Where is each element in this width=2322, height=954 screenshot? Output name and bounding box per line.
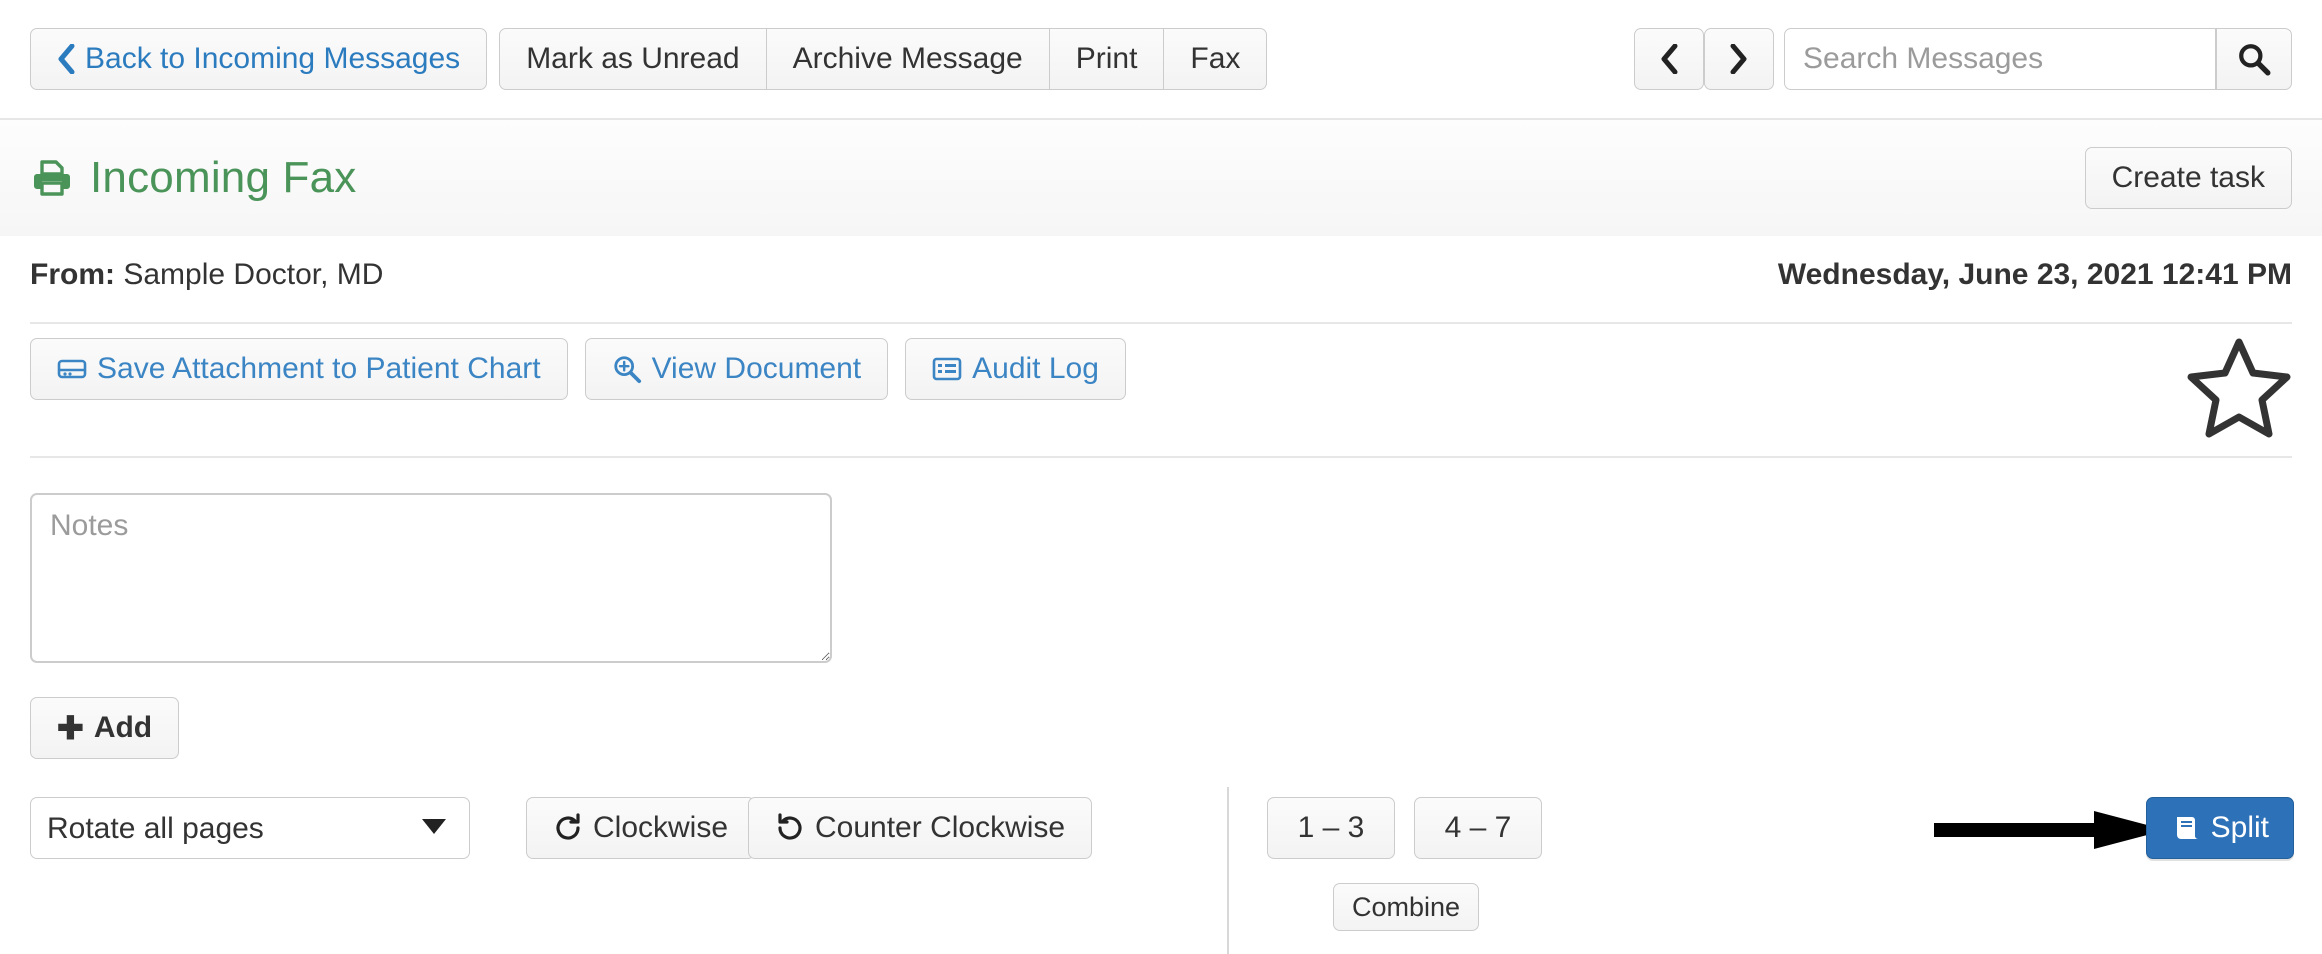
- divider-bottom: [30, 456, 2292, 458]
- rotate-cw-icon: [553, 813, 583, 843]
- page-tools-bar: Rotate all pages Clockwise Counter Clock…: [30, 787, 2294, 954]
- combine-label: Combine: [1352, 891, 1461, 922]
- star-outline-icon[interactable]: [2184, 330, 2294, 440]
- message-date: Wednesday, June 23, 2021 12:41 PM: [1777, 258, 2292, 291]
- from-value: Sample Doctor, MD: [123, 258, 384, 291]
- view-document-label: View Document: [651, 352, 862, 385]
- list-alt-icon: [932, 354, 962, 384]
- add-note-button[interactable]: ✚ Add: [30, 697, 180, 759]
- search-icon: [2237, 42, 2271, 76]
- split-button[interactable]: Split: [2145, 797, 2294, 859]
- rotate-counter-clockwise-label: Counter Clockwise: [815, 811, 1066, 844]
- rotate-clockwise-button[interactable]: Clockwise: [526, 797, 756, 859]
- page-title: Incoming Fax: [30, 153, 357, 203]
- page-range-group: 1 – 3 4 – 7: [1267, 797, 1542, 859]
- page-range-label-2: 4 – 7: [1444, 811, 1512, 844]
- search-submit-button[interactable]: [2216, 28, 2292, 90]
- back-button-label: Back to Incoming Messages: [85, 42, 461, 75]
- vertical-divider: [1227, 787, 1229, 954]
- chevron-left-icon: [1660, 43, 1678, 75]
- previous-message-button[interactable]: [1634, 28, 1704, 90]
- arrow-right-annotation: [1934, 809, 2174, 851]
- audit-log-button[interactable]: Audit Log: [905, 338, 1126, 400]
- chevron-left-icon: [57, 43, 75, 75]
- page-range-label-1: 1 – 3: [1297, 811, 1365, 844]
- rotate-clockwise-label: Clockwise: [593, 811, 729, 844]
- rotate-counter-clockwise-button[interactable]: Counter Clockwise: [748, 797, 1093, 859]
- split-label: Split: [2210, 811, 2269, 844]
- create-task-label: Create task: [2111, 161, 2265, 194]
- search-input[interactable]: [1784, 28, 2216, 90]
- print-label: Print: [1075, 42, 1138, 75]
- plus-icon: ✚: [57, 710, 84, 746]
- message-sender: From: Sample Doctor, MD: [30, 258, 383, 292]
- page-range-button-2[interactable]: 4 – 7: [1414, 797, 1542, 859]
- message-meta-row: From: Sample Doctor, MD Wednesday, June …: [30, 258, 2292, 292]
- chevron-right-icon: [1730, 43, 1748, 75]
- audit-log-label: Audit Log: [972, 352, 1099, 385]
- book-icon: [2171, 813, 2201, 843]
- combine-button[interactable]: Combine: [1333, 883, 1480, 931]
- zoom-in-icon: [612, 354, 642, 384]
- search-messages-group: [1784, 28, 2292, 90]
- divider-top: [30, 322, 2292, 324]
- fax-printer-icon: [30, 156, 74, 200]
- page-title-band: Incoming Fax Create task: [0, 118, 2322, 236]
- next-message-button[interactable]: [1704, 28, 1774, 90]
- notes-input[interactable]: [30, 493, 832, 663]
- back-to-incoming-messages-button[interactable]: Back to Incoming Messages: [30, 28, 488, 90]
- save-attachment-label: Save Attachment to Patient Chart: [97, 352, 541, 385]
- rotate-scope-select[interactable]: Rotate all pages: [30, 797, 470, 859]
- message-action-group: Mark as Unread Archive Message Print Fax: [499, 28, 1268, 90]
- fax-button[interactable]: Fax: [1164, 28, 1268, 90]
- attachment-actions: Save Attachment to Patient Chart View Do…: [30, 338, 1126, 400]
- create-task-button[interactable]: Create task: [2084, 147, 2292, 209]
- message-navigation-group: [1634, 28, 1774, 90]
- page-title-text: Incoming Fax: [90, 153, 357, 202]
- message-toolbar: Back to Incoming Messages Mark as Unread…: [0, 0, 2322, 118]
- page-range-button-1[interactable]: 1 – 3: [1267, 797, 1395, 859]
- view-document-button[interactable]: View Document: [584, 338, 889, 400]
- save-icon: [57, 354, 87, 384]
- rotate-ccw-icon: [775, 813, 805, 843]
- fax-label: Fax: [1190, 42, 1241, 75]
- incoming-fax-page: Back to Incoming Messages Mark as Unread…: [0, 0, 2322, 954]
- archive-message-button[interactable]: Archive Message: [766, 28, 1050, 90]
- add-note-label: Add: [93, 711, 153, 744]
- mark-as-unread-label: Mark as Unread: [526, 42, 740, 75]
- mark-as-unread-button[interactable]: Mark as Unread: [499, 28, 767, 90]
- print-button[interactable]: Print: [1049, 28, 1165, 90]
- archive-message-label: Archive Message: [792, 42, 1023, 75]
- save-attachment-to-patient-chart-button[interactable]: Save Attachment to Patient Chart: [30, 338, 568, 400]
- from-label: From:: [30, 258, 115, 291]
